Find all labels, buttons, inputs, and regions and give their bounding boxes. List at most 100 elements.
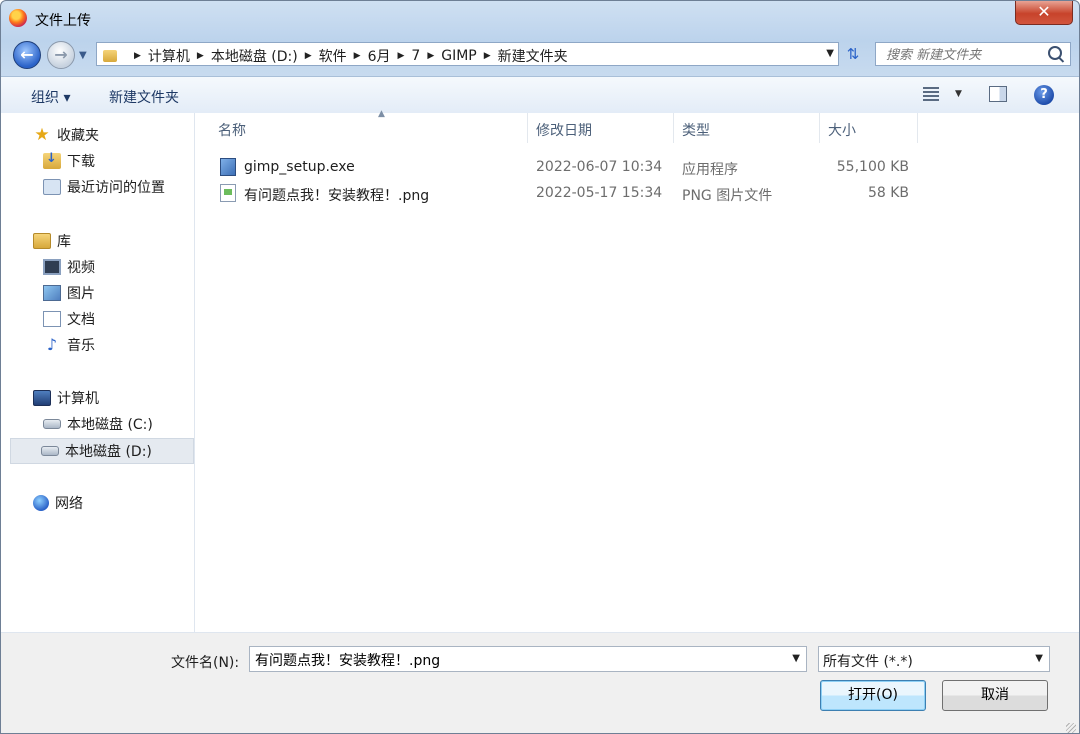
chevron-right-icon[interactable]: ▶: [197, 51, 204, 61]
new-folder-button[interactable]: 新建文件夹: [109, 87, 179, 107]
address-bar[interactable]: ▶ 计算机 ▶ 本地磁盘 (D:) ▶ 软件 ▶ 6月 ▶ 7 ▶ GIMP ▶…: [96, 42, 839, 66]
forward-button[interactable]: →: [47, 41, 75, 69]
chevron-down-icon[interactable]: ▼: [792, 653, 800, 664]
column-header-size[interactable]: 大小: [820, 113, 918, 143]
breadcrumb-item-software[interactable]: 软件: [319, 46, 347, 66]
nav-drive-c[interactable]: 本地磁盘 (C:): [43, 412, 153, 436]
preview-pane-icon[interactable]: [989, 86, 1007, 102]
organize-button[interactable]: 组织 ▾: [31, 87, 70, 107]
nav-network[interactable]: 网络: [33, 491, 83, 515]
column-header-date[interactable]: 修改日期: [528, 113, 674, 143]
back-button[interactable]: ←: [13, 41, 41, 69]
drive-icon: [41, 446, 59, 456]
view-list-icon[interactable]: [923, 87, 939, 101]
file-row[interactable]: 有问题点我！安装教程！.png 2022-05-17 15:34 PNG 图片文…: [195, 180, 1079, 206]
title-bar[interactable]: 文件上传 ✕: [1, 1, 1079, 37]
nav-label: 音乐: [67, 338, 95, 354]
view-dropdown-icon[interactable]: ▼: [955, 89, 962, 99]
download-icon: [43, 151, 61, 169]
file-name: gimp_setup.exe: [244, 159, 355, 175]
close-button[interactable]: ✕: [1015, 1, 1073, 25]
column-label: 大小: [828, 123, 856, 139]
breadcrumb-item-gimp[interactable]: GIMP: [441, 48, 477, 64]
exe-icon: [220, 158, 236, 176]
nav-drive-d[interactable]: 本地磁盘 (D:): [10, 438, 194, 464]
chevron-right-icon[interactable]: ▶: [397, 51, 404, 61]
file-size: 55,100 KB: [836, 159, 909, 175]
library-icon: [33, 233, 51, 249]
firefox-icon: [9, 9, 27, 27]
nav-label: 网络: [55, 496, 83, 512]
nav-documents[interactable]: 文档: [43, 307, 95, 331]
drive-icon: [43, 419, 61, 429]
refresh-button[interactable]: ⇅: [841, 43, 865, 65]
recent-places-icon: [43, 179, 61, 195]
window-title: 文件上传: [35, 13, 91, 29]
column-header-type[interactable]: 类型: [674, 113, 820, 143]
breadcrumb-item-computer[interactable]: 计算机: [148, 46, 190, 66]
file-date: 2022-05-17 15:34: [536, 185, 663, 201]
filename-input[interactable]: [253, 648, 777, 672]
file-list: ▲ 名称 修改日期 类型 大小 gimp_setup.exe 2022-06-0…: [195, 109, 1079, 632]
png-icon: [220, 184, 236, 202]
sort-ascending-icon: ▲: [378, 109, 385, 119]
file-date: 2022-06-07 10:34: [536, 159, 663, 175]
music-icon: ♪: [46, 335, 58, 354]
toolbar: 组织 ▾ 新建文件夹 ▼ ?: [1, 76, 1079, 114]
chevron-right-icon[interactable]: ▶: [134, 51, 141, 61]
file-type-filter-select[interactable]: 所有文件 (*.*) ▼: [818, 646, 1050, 672]
file-size: 58 KB: [867, 185, 909, 201]
nav-computer[interactable]: 计算机: [33, 386, 99, 410]
file-upload-dialog: 文件上传 ✕ ← → ▼ ▶ 计算机 ▶ 本地磁盘 (D:) ▶ 软件 ▶ 6月…: [0, 0, 1080, 734]
chevron-right-icon[interactable]: ▶: [484, 51, 491, 61]
filename-combobox[interactable]: ▼: [249, 646, 807, 672]
file-type: PNG 图片文件: [682, 188, 773, 204]
chevron-right-icon[interactable]: ▶: [354, 51, 361, 61]
resize-grip-icon[interactable]: [1066, 723, 1076, 733]
star-icon: ★: [34, 125, 50, 145]
chevron-right-icon[interactable]: ▶: [427, 51, 434, 61]
nav-recent-places[interactable]: 最近访问的位置: [43, 175, 165, 199]
navigation-row: ← → ▼ ▶ 计算机 ▶ 本地磁盘 (D:) ▶ 软件 ▶ 6月 ▶ 7 ▶ …: [1, 37, 1079, 75]
search-input[interactable]: [884, 44, 1048, 66]
nav-favorites[interactable]: ★ 收藏夹: [33, 123, 99, 147]
nav-label: 本地磁盘 (D:): [65, 444, 152, 460]
nav-label: 收藏夹: [57, 128, 99, 144]
main-area: ★ 收藏夹 下载 最近访问的位置 库 视频 图片: [1, 109, 1079, 632]
column-label: 类型: [682, 123, 710, 139]
breadcrumb-item-new-folder[interactable]: 新建文件夹: [498, 46, 568, 66]
nav-label: 视频: [67, 260, 95, 276]
column-label: 名称: [218, 123, 246, 139]
nav-downloads[interactable]: 下载: [43, 149, 95, 173]
nav-label: 下载: [67, 154, 95, 170]
search-box[interactable]: [875, 42, 1071, 66]
column-header-name[interactable]: ▲ 名称: [210, 109, 528, 143]
chevron-right-icon[interactable]: ▶: [305, 51, 312, 61]
search-icon[interactable]: [1048, 46, 1062, 60]
help-button[interactable]: ?: [1034, 85, 1054, 105]
history-dropdown-icon[interactable]: ▼: [79, 50, 87, 61]
breadcrumb-item-7[interactable]: 7: [411, 48, 420, 64]
chevron-down-icon[interactable]: ▼: [1035, 653, 1043, 664]
file-row[interactable]: gimp_setup.exe 2022-06-07 10:34 应用程序 55,…: [195, 154, 1079, 180]
nav-label: 本地磁盘 (C:): [67, 417, 153, 433]
nav-label: 最近访问的位置: [67, 180, 165, 196]
breadcrumb-item-drive-d[interactable]: 本地磁盘 (D:): [211, 46, 298, 66]
documents-icon: [43, 311, 61, 327]
nav-label: 文档: [67, 312, 95, 328]
cancel-button[interactable]: 取消: [942, 680, 1048, 711]
nav-label: 图片: [67, 286, 95, 302]
open-button[interactable]: 打开(O): [820, 680, 926, 711]
nav-libraries[interactable]: 库: [33, 229, 71, 253]
filename-label: 文件名(N):: [171, 655, 240, 671]
breadcrumb-item-june[interactable]: 6月: [368, 46, 391, 66]
nav-pictures[interactable]: 图片: [43, 281, 95, 305]
nav-music[interactable]: ♪ 音乐: [43, 333, 95, 357]
breadcrumb: ▶ 计算机 ▶ 本地磁盘 (D:) ▶ 软件 ▶ 6月 ▶ 7 ▶ GIMP ▶…: [103, 46, 568, 66]
column-label: 修改日期: [536, 123, 592, 139]
network-icon: [33, 495, 49, 511]
folder-icon: [103, 50, 117, 62]
nav-videos[interactable]: 视频: [43, 255, 95, 279]
address-dropdown-icon[interactable]: ▼: [826, 48, 834, 59]
file-type: 应用程序: [682, 162, 738, 178]
